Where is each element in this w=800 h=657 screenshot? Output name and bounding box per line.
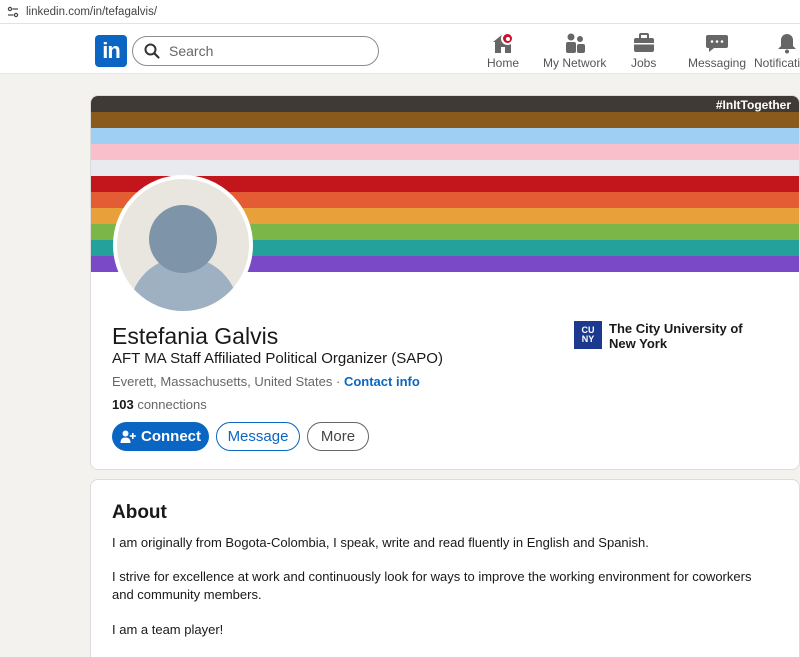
nav-home[interactable]: Home xyxy=(487,32,519,72)
connect-button[interactable]: Connect xyxy=(112,422,209,451)
connections-count-line[interactable]: 103 connections xyxy=(112,397,207,412)
nav-notifications[interactable]: Notifications xyxy=(754,32,800,72)
linkedin-logo[interactable]: in xyxy=(95,35,127,67)
nav-messaging[interactable]: Messaging xyxy=(688,32,746,72)
top-navigation: in Home My Network Jobs Messaging Notifi… xyxy=(0,24,800,74)
cuny-logo-text: CUNY xyxy=(581,325,595,344)
profile-location: Everett, Massachusetts, United States xyxy=(112,374,333,389)
connect-button-label: Connect xyxy=(141,428,201,445)
notification-badge xyxy=(501,32,514,45)
banner-hashtag: #InItTogether xyxy=(715,98,791,112)
banner-stripe xyxy=(91,160,799,176)
message-icon xyxy=(706,35,729,52)
banner-stripe xyxy=(91,128,799,144)
about-title: About xyxy=(112,502,167,523)
profile-avatar[interactable] xyxy=(113,175,253,315)
nav-home-label: Home xyxy=(487,56,520,70)
search-box[interactable] xyxy=(132,36,379,66)
profile-headline: AFT MA Staff Affiliated Political Organi… xyxy=(112,350,443,367)
nav-jobs[interactable]: Jobs xyxy=(631,32,656,72)
nav-messaging-label: Messaging xyxy=(688,56,747,70)
banner-stripe xyxy=(91,144,799,160)
bell-icon xyxy=(777,34,796,54)
more-button[interactable]: More xyxy=(307,422,369,451)
message-button[interactable]: Message xyxy=(216,422,300,451)
nav-notifications-label: Notifications xyxy=(754,56,800,70)
about-paragraph: I am a team player! xyxy=(112,622,224,637)
about-paragraph: I am originally from Bogota-Colombia, I … xyxy=(112,535,649,550)
about-section: About I am originally from Bogota-Colomb… xyxy=(90,479,800,657)
connections-count: 103 xyxy=(112,397,134,412)
banner-stripe xyxy=(91,112,799,128)
nav-my-network-label: My Network xyxy=(543,56,607,70)
about-paragraph: I strive for excellence at work and cont… xyxy=(112,569,752,602)
network-icon xyxy=(565,33,585,53)
search-input[interactable] xyxy=(169,43,359,59)
contact-info-link[interactable]: Contact info xyxy=(344,374,420,389)
profile-location-line: Everett, Massachusetts, United States · … xyxy=(112,374,420,389)
site-settings-icon[interactable] xyxy=(6,5,20,19)
education-link[interactable]: CUNY The City University of New York xyxy=(574,321,769,351)
nav-my-network[interactable]: My Network xyxy=(543,32,606,72)
cuny-logo: CUNY xyxy=(574,321,602,349)
briefcase-icon xyxy=(633,33,654,52)
profile-name: Estefania Galvis xyxy=(112,323,279,349)
nav-jobs-label: Jobs xyxy=(631,56,657,70)
url-text[interactable]: linkedin.com/in/tefagalvis/ xyxy=(26,6,157,18)
add-person-icon xyxy=(120,430,136,443)
search-icon xyxy=(144,43,160,59)
profile-card: #InItTogether Estefania Galvis AFT MA St… xyxy=(90,95,800,470)
connections-label: connections xyxy=(133,397,207,412)
browser-address-bar[interactable]: linkedin.com/in/tefagalvis/ xyxy=(0,0,800,24)
education-name: The City University of New York xyxy=(609,321,743,351)
location-separator: · xyxy=(332,374,344,389)
banner-stripe xyxy=(91,96,799,112)
avatar-head xyxy=(149,205,217,273)
